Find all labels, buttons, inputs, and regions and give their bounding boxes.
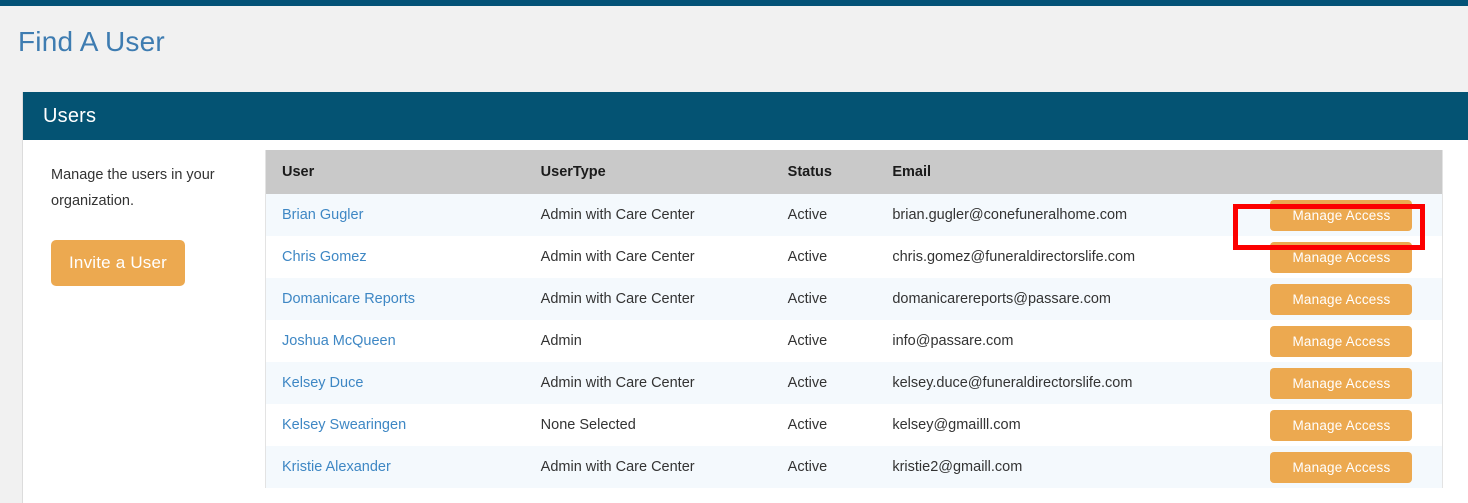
- cell-status: Active: [787, 291, 828, 307]
- card-header: Users: [23, 92, 1468, 140]
- cell-status: Active: [787, 459, 828, 475]
- cell-user: Chris Gomez: [266, 236, 525, 278]
- manage-access-button[interactable]: Manage Access: [1270, 451, 1413, 483]
- table-row: Brian Gugler Admin with Care Center Acti…: [265, 194, 1443, 236]
- manage-access-button[interactable]: Manage Access: [1270, 241, 1413, 273]
- cell-usertype: Admin with Care Center: [540, 249, 695, 265]
- table-body: Brian Gugler Admin with Care Center Acti…: [265, 194, 1443, 488]
- user-link[interactable]: Kelsey Swearingen: [282, 417, 406, 433]
- column-header-actions: [1254, 150, 1443, 194]
- top-accent-strip: [0, 0, 1468, 6]
- table-row: Kristie Alexander Admin with Care Center…: [265, 446, 1443, 488]
- user-link[interactable]: Domanicare Reports: [282, 291, 415, 307]
- cell-email: brian.gugler@conefuneralhome.com: [892, 207, 1128, 223]
- cell-email: chris.gomez@funeraldirectorslife.com: [892, 249, 1136, 265]
- user-link[interactable]: Joshua McQueen: [282, 333, 396, 349]
- cell-usertype: Admin with Care Center: [540, 207, 695, 223]
- cell-usertype: Admin with Care Center: [540, 291, 695, 307]
- manage-access-button[interactable]: Manage Access: [1270, 367, 1413, 399]
- column-header-user[interactable]: User: [265, 150, 525, 194]
- cell-email: kelsey@gmailll.com: [892, 417, 1021, 433]
- table-head: User UserType Status Email: [265, 150, 1443, 194]
- cell-status: Active: [787, 375, 828, 391]
- table-row: Joshua McQueen Admin Active info@passare…: [265, 320, 1443, 362]
- side-panel: Manage the users in your organization. I…: [23, 140, 265, 503]
- table-row: Domanicare Reports Admin with Care Cente…: [265, 278, 1443, 320]
- manage-access-button[interactable]: Manage Access: [1270, 283, 1413, 315]
- column-header-email[interactable]: Email: [876, 150, 1255, 194]
- cell-action: Manage Access: [1254, 446, 1442, 488]
- page-title: Find A User: [18, 26, 165, 57]
- card-body: Manage the users in your organization. I…: [23, 140, 1468, 503]
- column-header-status[interactable]: Status: [771, 150, 877, 194]
- column-header-usertype[interactable]: UserType: [524, 150, 772, 194]
- card-header-title: Users: [43, 104, 97, 127]
- cell-action: Manage Access: [1254, 194, 1442, 236]
- cell-usertype: Admin with Care Center: [540, 459, 695, 475]
- cell-status: Active: [787, 333, 828, 349]
- manage-access-button[interactable]: Manage Access: [1270, 325, 1413, 357]
- user-link[interactable]: Kristie Alexander: [282, 459, 391, 475]
- cell-action: Manage Access: [1254, 362, 1442, 404]
- user-link[interactable]: Brian Gugler: [282, 207, 363, 223]
- cell-usertype: None Selected: [540, 417, 636, 433]
- cell-email: info@passare.com: [892, 333, 1014, 349]
- user-link[interactable]: Kelsey Duce: [282, 375, 363, 391]
- users-table: User UserType Status Email Brian Gugler …: [265, 150, 1443, 488]
- cell-action: Manage Access: [1254, 236, 1442, 278]
- cell-action: Manage Access: [1254, 404, 1442, 446]
- manage-access-button[interactable]: Manage Access: [1270, 409, 1413, 441]
- cell-user: Brian Gugler: [266, 194, 525, 236]
- cell-status: Active: [787, 249, 828, 265]
- table-row: Kelsey Duce Admin with Care Center Activ…: [265, 362, 1443, 404]
- user-link[interactable]: Chris Gomez: [282, 249, 367, 265]
- cell-email: kelsey.duce@funeraldirectorslife.com: [892, 375, 1133, 391]
- cell-user: Joshua McQueen: [266, 320, 525, 362]
- table-row: Chris Gomez Admin with Care Center Activ…: [265, 236, 1443, 278]
- manage-access-button[interactable]: Manage Access: [1270, 199, 1413, 231]
- cell-usertype: Admin: [540, 333, 582, 349]
- table-row: Kelsey Swearingen None Selected Active k…: [265, 404, 1443, 446]
- cell-status: Active: [787, 207, 828, 223]
- cell-usertype: Admin with Care Center: [540, 375, 695, 391]
- users-card: Users Manage the users in your organizat…: [22, 92, 1468, 503]
- side-panel-description: Manage the users in your organization.: [51, 167, 215, 209]
- cell-action: Manage Access: [1254, 320, 1442, 362]
- cell-user: Domanicare Reports: [266, 278, 525, 320]
- cell-user: Kristie Alexander: [266, 446, 525, 488]
- invite-a-user-button[interactable]: Invite a User: [51, 240, 186, 286]
- cell-user: Kelsey Swearingen: [266, 404, 525, 446]
- cell-status: Active: [787, 417, 828, 433]
- cell-user: Kelsey Duce: [266, 362, 525, 404]
- table-header-row: User UserType Status Email: [265, 150, 1443, 194]
- cell-email: kristie2@gmaill.com: [892, 459, 1023, 475]
- cell-action: Manage Access: [1254, 278, 1442, 320]
- cell-email: domanicarereports@passare.com: [892, 291, 1111, 307]
- users-table-container: User UserType Status Email Brian Gugler …: [265, 140, 1468, 488]
